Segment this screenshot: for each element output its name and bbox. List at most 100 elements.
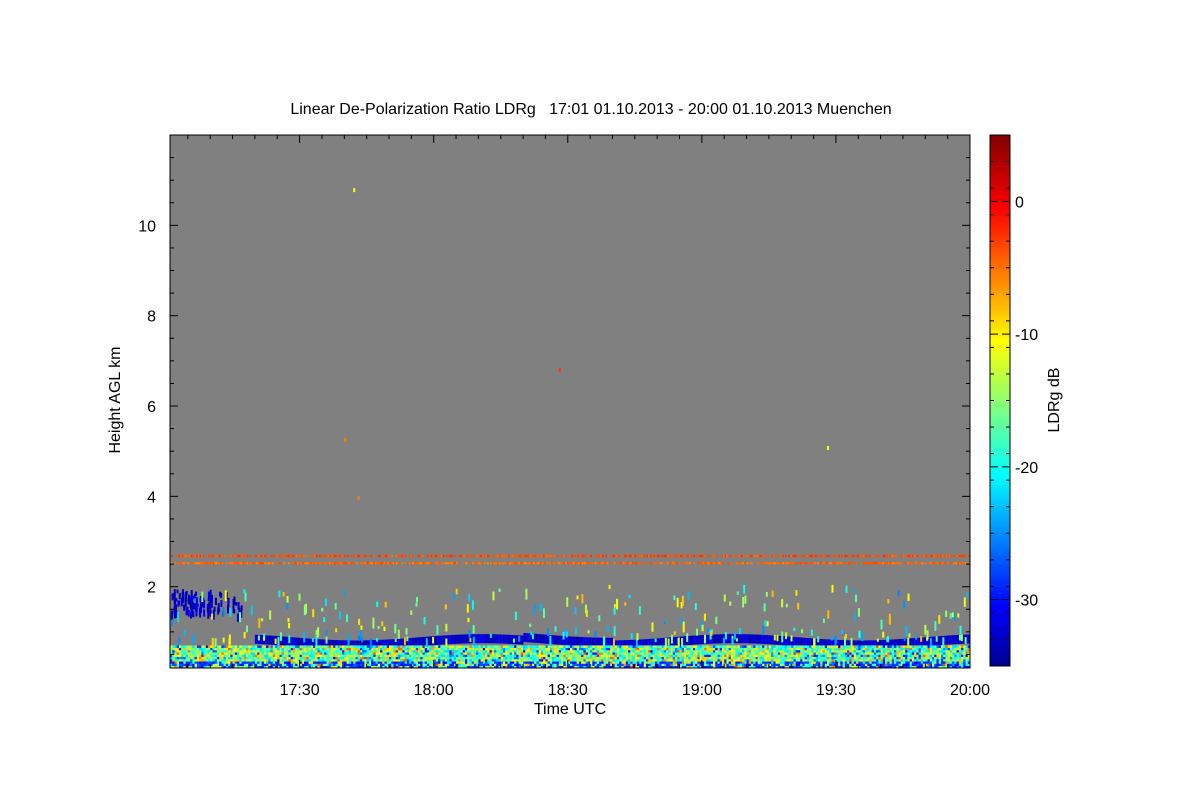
boundary-cell [784, 654, 788, 658]
boundary-cell [491, 645, 495, 648]
layer-cell [443, 635, 446, 645]
boundary-cell [337, 645, 341, 648]
boundary-cell [364, 656, 367, 660]
layer-cell [627, 562, 629, 565]
boundary-cell [934, 654, 937, 658]
layer-cell [382, 562, 384, 565]
boundary-cell [259, 661, 262, 664]
boundary-cell [791, 654, 794, 658]
boundary-cell [375, 652, 379, 655]
boundary-cell [339, 654, 343, 658]
boundary-cell [650, 645, 653, 648]
boundary-cell [545, 645, 548, 648]
boundary-cell [433, 647, 437, 651]
layer-cell [872, 554, 874, 558]
layer-cell [774, 554, 777, 558]
boundary-cell [885, 649, 888, 653]
boundary-cell [391, 658, 394, 662]
layer-cell [564, 636, 567, 646]
boundary-cell [386, 652, 390, 655]
boundary-cell [784, 652, 788, 655]
boundary-cell [500, 661, 504, 664]
boundary-cell [467, 656, 470, 660]
boundary-cell [690, 654, 694, 658]
layer-cell [744, 634, 747, 644]
boundary-cell [909, 661, 913, 664]
layer-cell [450, 554, 452, 558]
boundary-cell [804, 645, 808, 648]
boundary-cell [406, 645, 410, 648]
boundary-cell [467, 661, 470, 664]
boundary-cell [940, 647, 944, 651]
boundary-cell [346, 647, 350, 651]
boundary-cell [205, 656, 209, 660]
boundary-cell [310, 649, 314, 653]
boundary-cell [558, 649, 562, 653]
layer-cell [895, 554, 898, 558]
layer-cell [580, 562, 582, 565]
layer-cell [723, 554, 725, 558]
boundary-cell [183, 654, 186, 658]
boundary-cell [806, 663, 810, 667]
boundary-cell [683, 658, 687, 662]
boundary-cell [239, 654, 242, 658]
layer-cell [603, 562, 606, 565]
layer-cell [195, 562, 197, 565]
layer-cell [462, 634, 465, 644]
boundary-cell [245, 656, 249, 660]
boundary-cell [596, 649, 600, 653]
boundary-cell [339, 647, 343, 651]
boundary-cell [563, 656, 566, 660]
boundary-cell [576, 661, 580, 664]
layer-cell [513, 554, 516, 558]
boundary-cell [442, 658, 446, 662]
boundary-cell [943, 661, 946, 664]
boundary-cell [596, 654, 600, 658]
layer-cell [293, 562, 296, 565]
boundary-cell [914, 656, 917, 660]
layer-cell [693, 562, 696, 565]
boundary-cell [290, 649, 294, 653]
layer-cell [283, 554, 286, 558]
boundary-cell [871, 649, 875, 653]
boundary-cell [223, 652, 227, 655]
layer-cell [352, 554, 355, 558]
layer-cell [628, 554, 631, 558]
boundary-cell [337, 649, 341, 653]
boundary-cell [241, 654, 245, 658]
layer-cell [364, 554, 367, 558]
boundary-cell [771, 654, 774, 658]
boundary-cell [212, 649, 215, 653]
boundary-cell [929, 654, 933, 658]
boundary-cell [449, 661, 452, 664]
boundary-cell [686, 663, 689, 667]
boundary-cell [453, 647, 457, 651]
layer-cell [268, 635, 270, 645]
boundary-cell [207, 647, 211, 651]
boundary-cell [505, 652, 508, 655]
boundary-cell [449, 652, 452, 655]
boundary-cell [856, 645, 859, 648]
boundary-cell [509, 663, 513, 667]
layer-cell [181, 562, 184, 565]
boundary-cell [867, 647, 870, 651]
layer-cell [320, 554, 323, 558]
layer-cell [667, 562, 669, 565]
boundary-cell [232, 652, 236, 655]
boundary-cell [518, 654, 522, 658]
boundary-cell [628, 663, 631, 667]
boundary-cell [607, 645, 611, 648]
boundary-cell [460, 661, 464, 664]
boundary-cell [203, 654, 207, 658]
boundary-cell [619, 649, 622, 653]
boundary-cell [292, 661, 296, 664]
boundary-cell [543, 658, 546, 662]
boundary-cell [371, 663, 374, 667]
boundary-cell [733, 649, 736, 653]
layer-cell [789, 562, 792, 565]
boundary-cell [366, 654, 370, 658]
boundary-cell [610, 656, 613, 660]
boundary-cell [384, 658, 388, 662]
boundary-cell [887, 658, 890, 662]
boundary-cell [297, 656, 300, 660]
